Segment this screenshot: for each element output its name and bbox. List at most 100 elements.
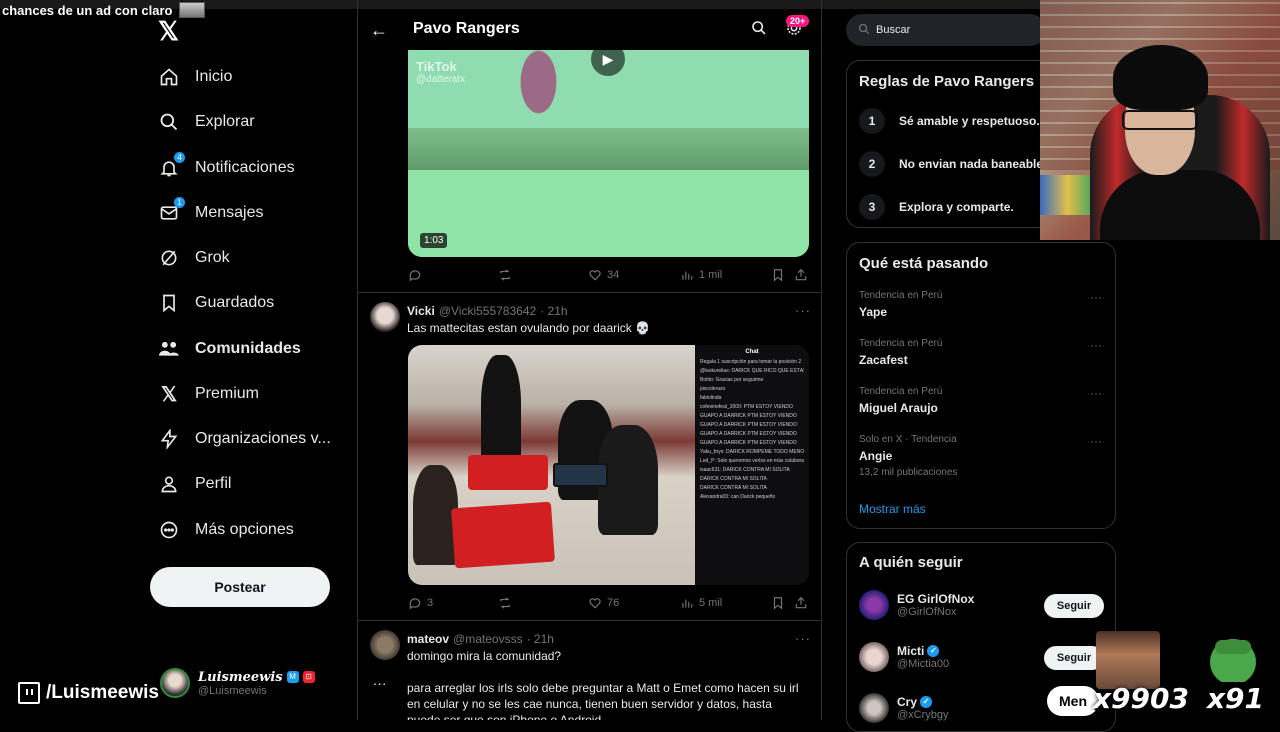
notification-badge: 4 bbox=[174, 152, 185, 163]
tiktok-watermark-handle: @datteratx bbox=[416, 74, 466, 85]
webcam-streamer-hair bbox=[1113, 45, 1208, 110]
suggestion-handle: @GirlOfNox bbox=[897, 606, 957, 618]
tiktok-watermark: TikTok @datteratx bbox=[416, 60, 465, 86]
nav-item-mas-opciones[interactable]: Más opciones bbox=[158, 515, 294, 545]
tweet-author-name[interactable]: Vicki bbox=[407, 304, 435, 318]
post-button[interactable]: Postear bbox=[150, 567, 330, 607]
tweet-image[interactable]: Chat Regala 1 suscripción para tomar la … bbox=[408, 345, 809, 585]
reply-icon[interactable] bbox=[408, 268, 427, 282]
bookmark-icon[interactable] bbox=[771, 596, 785, 610]
tweet-divider bbox=[358, 292, 821, 293]
nav-label: Más opciones bbox=[195, 521, 294, 538]
more-icon[interactable]: ··· bbox=[1090, 290, 1102, 304]
tweet-header: mateov @mateovsss · 21h bbox=[407, 632, 554, 646]
nav-item-explorar[interactable]: Explorar bbox=[158, 107, 255, 137]
more-icon[interactable]: ··· bbox=[795, 303, 811, 318]
tweet-author-handle[interactable]: @Vicki555783642 bbox=[439, 304, 536, 318]
video-frame-ground bbox=[408, 128, 809, 170]
back-arrow-icon[interactable]: ← bbox=[370, 20, 388, 41]
more-icon[interactable]: ··· bbox=[795, 631, 811, 646]
nav-item-guardados[interactable]: Guardados bbox=[158, 288, 274, 318]
nav-item-comunidades[interactable]: Comunidades bbox=[158, 334, 301, 364]
reply-icon[interactable]: 3 bbox=[408, 596, 433, 610]
nav-item-notificaciones[interactable]: 4 Notificaciones bbox=[158, 152, 295, 183]
video-figure bbox=[511, 50, 566, 130]
chat-line: Lod_P: Solo queremos verlos en más colab… bbox=[700, 458, 804, 464]
share-icon[interactable] bbox=[794, 268, 808, 282]
more-icon[interactable]: ··· bbox=[1090, 386, 1102, 400]
tiktok-watermark-text: TikTok bbox=[416, 59, 457, 74]
follow-suggestion[interactable]: Cry ✓ @xCrybgy bbox=[859, 693, 949, 723]
follow-suggestion[interactable]: EG GirlOfNox @GirlOfNox bbox=[859, 590, 974, 620]
like-icon[interactable]: 76 bbox=[588, 596, 619, 610]
chat-line: fabiolinda bbox=[700, 395, 722, 401]
chat-line: GUAPO A DARRICK PTM ESTOY VIENDO bbox=[700, 431, 797, 437]
lightning-icon bbox=[158, 428, 180, 450]
rule-text: Explora y comparte. bbox=[899, 200, 1014, 214]
suggestion-name: EG GirlOfNox bbox=[897, 592, 974, 606]
red-tray bbox=[468, 455, 548, 490]
trend-meta: Solo en X · Tendencia bbox=[859, 434, 957, 445]
counter-secondary: x91 bbox=[1207, 682, 1265, 715]
nav-item-perfil[interactable]: Perfil bbox=[158, 469, 231, 499]
home-icon bbox=[158, 66, 180, 88]
avatar bbox=[859, 642, 889, 672]
nav-label: Perfil bbox=[195, 475, 232, 492]
chat-line: isaac631: DARICK CONTRA MI SOLITA bbox=[700, 467, 790, 473]
tweet-text: Las mattecitas estan ovulando por daaric… bbox=[407, 321, 651, 335]
views-icon[interactable]: 1 mil bbox=[680, 268, 722, 282]
tweet-header: Vicki @Vicki555783642 · 21h bbox=[407, 304, 568, 318]
trend-name[interactable]: Angie bbox=[859, 449, 892, 463]
webcam-glasses bbox=[1122, 110, 1198, 130]
video-frame-lower bbox=[408, 170, 809, 257]
verified-icon: ✓ bbox=[927, 645, 940, 657]
more-icon[interactable]: ··· bbox=[1090, 434, 1102, 448]
tweet-author-handle[interactable]: @mateovsss bbox=[453, 632, 523, 646]
views-icon[interactable]: 5 mil bbox=[680, 596, 722, 610]
retweet-icon[interactable] bbox=[498, 268, 517, 282]
search-input[interactable]: Buscar bbox=[846, 14, 1046, 46]
avatar[interactable] bbox=[370, 630, 400, 660]
video-player[interactable]: TikTok @datteratx ▶ 1:03 bbox=[408, 50, 809, 257]
trend-name[interactable]: Yape bbox=[859, 305, 887, 319]
chat-line: GUAPO A DARRICK PTM ESTOY VIENDO bbox=[700, 440, 797, 446]
video-duration: 1:03 bbox=[420, 233, 448, 248]
grok-icon bbox=[158, 247, 180, 269]
account-switcher[interactable]: Luismeewis M ⊡ @Luismeewis ··· bbox=[160, 668, 387, 698]
suggestion-name-text: EG GirlOfNox bbox=[897, 592, 975, 606]
twitch-icon bbox=[18, 682, 40, 704]
bookmark-icon[interactable] bbox=[771, 268, 785, 282]
tweet-author-name[interactable]: mateov bbox=[407, 632, 449, 646]
nav-item-premium[interactable]: 𝕏 Premium bbox=[158, 379, 259, 409]
more-icon[interactable]: ··· bbox=[1090, 338, 1102, 352]
nav-item-inicio[interactable]: Inicio bbox=[158, 62, 232, 92]
rules-title: Reglas de Pavo Rangers bbox=[859, 73, 1035, 90]
views-count: 5 mil bbox=[699, 597, 723, 609]
follow-button[interactable]: Seguir bbox=[1044, 646, 1104, 670]
trend-post-count: 13,2 mil publicaciones bbox=[859, 467, 958, 478]
reply-count: 3 bbox=[427, 597, 434, 609]
rule-number: 1 bbox=[859, 108, 885, 134]
follow-suggestion[interactable]: Micti ✓ @Mictia00 bbox=[859, 642, 949, 672]
show-more-link[interactable]: Mostrar más bbox=[859, 502, 926, 516]
nav-item-mensajes[interactable]: 1 Mensajes bbox=[158, 197, 263, 228]
mail-icon: 1 bbox=[158, 197, 185, 224]
nav-item-grok[interactable]: Grok bbox=[158, 243, 230, 273]
notification-badge: 20+ bbox=[786, 15, 810, 27]
sub-counter-overlay: x9903 x91 bbox=[1045, 680, 1280, 720]
suggestion-name-text: Cry bbox=[897, 695, 918, 709]
retweet-icon[interactable] bbox=[498, 596, 517, 610]
x-logo-icon[interactable]: 𝕏 bbox=[158, 18, 184, 44]
search-icon[interactable] bbox=[751, 20, 767, 41]
follow-button[interactable]: Seguir bbox=[1044, 594, 1104, 618]
nav-label: Notificaciones bbox=[195, 159, 295, 176]
trend-name[interactable]: Zacafest bbox=[859, 353, 908, 367]
trend-name[interactable]: Miguel Araujo bbox=[859, 401, 938, 415]
verified-icon: ✓ bbox=[920, 696, 933, 708]
suggestion-name: Micti ✓ bbox=[897, 644, 949, 658]
avatar[interactable] bbox=[370, 302, 400, 332]
twitch-channel-name: /Luismeewis bbox=[46, 682, 159, 703]
share-icon[interactable] bbox=[794, 596, 808, 610]
like-icon[interactable]: 34 bbox=[588, 268, 619, 282]
nav-item-organizaciones[interactable]: Organizaciones v... bbox=[158, 424, 331, 454]
